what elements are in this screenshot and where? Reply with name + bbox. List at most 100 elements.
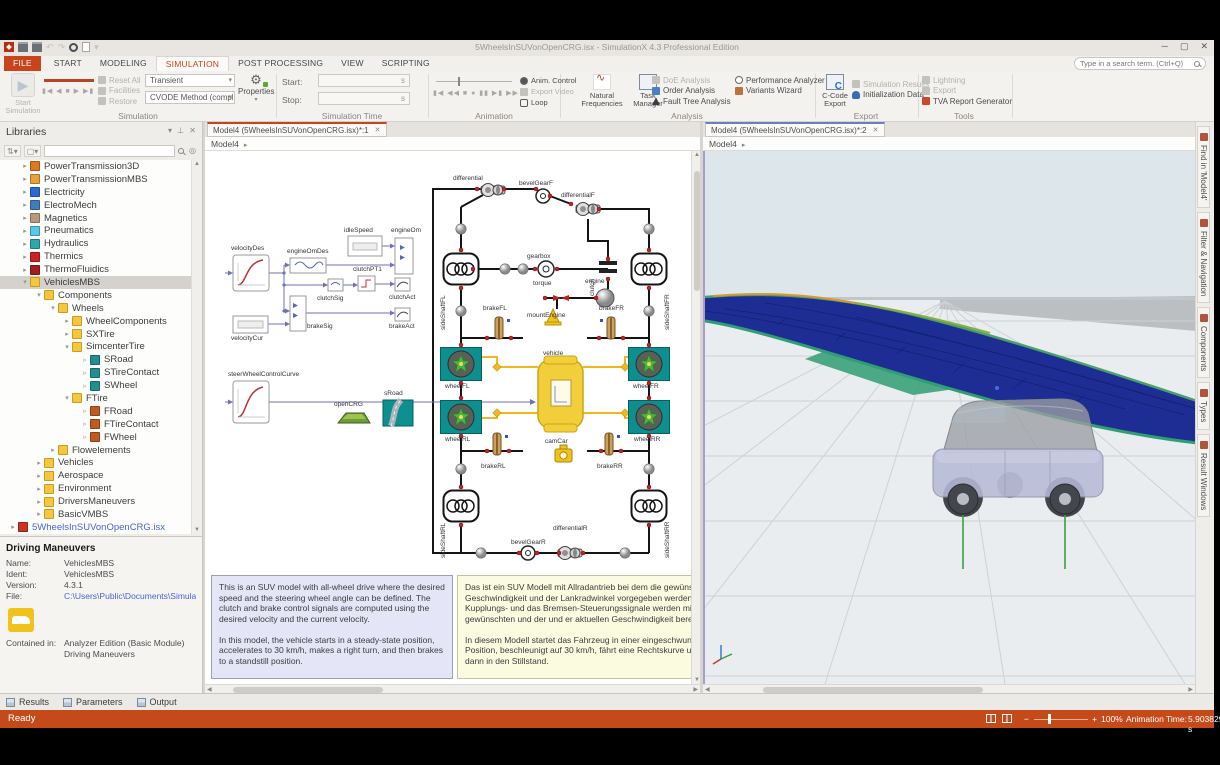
bottom-tab[interactable]: Results xyxy=(6,697,49,707)
tree-row[interactable]: ▸ PowerTransmissionMBS xyxy=(0,173,192,186)
tree-row[interactable]: ▸ Flowelements xyxy=(0,444,192,457)
diagram-canvas[interactable]: differentialbevelGearFdifferentialFgearb… xyxy=(205,151,691,684)
tree-row[interactable]: ▹ SRoad xyxy=(0,353,192,366)
expander-icon[interactable]: ▹ xyxy=(80,420,90,428)
tree-row[interactable]: ▸ PowerTransmission3D xyxy=(0,160,192,173)
tree-row[interactable]: ▸ SXTire xyxy=(0,328,192,341)
expander-icon[interactable]: ▸ xyxy=(20,253,30,261)
tree-row[interactable]: ▹ STireContact xyxy=(0,366,192,379)
expander-icon[interactable]: ▾ xyxy=(62,394,72,402)
library-search-input[interactable] xyxy=(44,145,175,157)
ribbon-small-item[interactable]: Order Analysis xyxy=(652,86,731,97)
view-dropdown[interactable]: ▢▾ xyxy=(24,145,42,157)
ribbon-small-item[interactable]: DoE Analysis xyxy=(652,75,731,86)
expander-icon[interactable]: ▸ xyxy=(34,472,44,480)
ribbon-small-item[interactable]: Performance Analyzer xyxy=(735,75,825,86)
tree-row[interactable]: ▸ ThermoFluidics xyxy=(0,263,192,276)
view3d-hscrollbar[interactable]: ◀▶ xyxy=(703,684,1195,693)
minimize-button[interactable]: ─ xyxy=(1162,41,1168,52)
tree-row[interactable]: ▹ FWheel xyxy=(0,431,192,444)
start-simulation-button[interactable]: ▶ Start Simulation xyxy=(4,73,42,115)
close-tab-icon[interactable]: ✕ xyxy=(873,126,879,134)
expander-icon[interactable]: ▾ xyxy=(20,278,30,286)
ribbon-tab[interactable]: VIEW xyxy=(332,56,373,71)
tree-row[interactable]: ▸ Hydraulics xyxy=(0,237,192,250)
diagram-hscrollbar[interactable]: ◀▶ xyxy=(205,684,700,693)
search-box[interactable] xyxy=(1074,57,1206,70)
expander-icon[interactable]: ▸ xyxy=(34,485,44,493)
bottom-tab[interactable]: Output xyxy=(137,697,177,707)
ribbon-small-item[interactable]: Anim. Control xyxy=(520,75,560,86)
tree-row[interactable]: ▸ Thermics xyxy=(0,250,192,263)
ribbon-small-item[interactable]: Fault Tree Analysis xyxy=(652,96,731,107)
expander-icon[interactable]: ▸ xyxy=(62,317,72,325)
expander-icon[interactable]: ▾ xyxy=(34,291,44,299)
ribbon-tab[interactable]: POST PROCESSING xyxy=(229,56,332,71)
expander-icon[interactable]: ▾ xyxy=(62,343,72,351)
expander-icon[interactable]: ▸ xyxy=(20,162,30,170)
natural-frequencies-button[interactable]: Natural Frequencies xyxy=(576,74,628,108)
animation-transport-icons[interactable]: ▮◀ ◀◀ ■ ● ▮▮ ▶▮ ▶▶ xyxy=(433,89,519,97)
ribbon-small-item[interactable]: Restore xyxy=(98,96,141,107)
tree-row[interactable]: ▾ Components xyxy=(0,289,192,302)
side-tab[interactable]: Filter & Navigation xyxy=(1197,212,1210,303)
ribbon-small-item[interactable]: Reset All xyxy=(98,75,141,86)
pin-icon[interactable]: ⊥ xyxy=(177,126,184,135)
expander-icon[interactable]: ▾ xyxy=(48,304,58,312)
breadcrumb[interactable]: Model4 xyxy=(205,137,700,151)
expander-icon[interactable]: ▸ xyxy=(62,330,72,338)
ribbon-small-item[interactable]: Export xyxy=(922,86,1012,97)
tree-row[interactable]: ▸ Vehicles xyxy=(0,456,192,469)
expander-icon[interactable]: ▸ xyxy=(8,523,18,531)
tree-row[interactable]: ▸ DriversManeuvers xyxy=(0,495,192,508)
expander-icon[interactable]: ▹ xyxy=(80,433,90,441)
ribbon-tab[interactable]: MODELING xyxy=(91,56,156,71)
side-tab[interactable]: Components xyxy=(1197,307,1210,378)
grid-icon[interactable] xyxy=(1002,714,1012,723)
properties-button[interactable]: ⚙ Properties ▾ xyxy=(238,73,274,103)
expander-icon[interactable]: ▸ xyxy=(20,201,30,209)
tree-row[interactable]: ▸ Environment xyxy=(0,482,192,495)
expander-icon[interactable]: ▹ xyxy=(80,369,90,377)
expander-icon[interactable]: ▸ xyxy=(20,175,30,183)
ribbon-small-item[interactable]: Export Video xyxy=(520,86,560,97)
ribbon-small-item[interactable]: TVA Report Generator xyxy=(922,96,1012,107)
sim-transport-icons[interactable]: ▮◀ ◀ ■ ▶ ▶▮ xyxy=(42,87,94,95)
expander-icon[interactable]: ▹ xyxy=(80,407,90,415)
expander-icon[interactable]: ▸ xyxy=(20,227,30,235)
ribbon-small-item[interactable]: Variants Wizard xyxy=(735,86,825,97)
tree-row[interactable]: ▹ SWheel xyxy=(0,379,192,392)
ribbon-tab[interactable]: FILE xyxy=(4,56,41,71)
maximize-button[interactable]: ▢ xyxy=(1180,41,1189,52)
ribbon-small-item[interactable]: Facilities xyxy=(98,86,141,97)
ribbon-tab[interactable]: START xyxy=(45,56,91,71)
tree-row[interactable]: ▸ Magnetics xyxy=(0,212,192,225)
ribbon-small-item[interactable]: Loop xyxy=(520,97,560,108)
tree-row[interactable]: ▾ FTire xyxy=(0,392,192,405)
tree-row[interactable]: ▹ FRoad xyxy=(0,405,192,418)
diagram-tab[interactable]: Model4 (5WheelsInSUVonOpenCRG.isx)*:1✕ xyxy=(207,122,387,137)
tree-row[interactable]: ▸ 5WheelsInSUVonOpenCRG.isx xyxy=(0,521,192,534)
filter-dropdown[interactable]: ⇅▾ xyxy=(4,145,21,157)
c-code-export-button[interactable]: C-Code Export xyxy=(817,74,853,108)
view3d-canvas[interactable] xyxy=(703,151,1195,684)
zoom-slider-thumb[interactable] xyxy=(1048,714,1051,724)
solver-mode-dropdown[interactable]: Transient xyxy=(145,74,235,87)
stop-time-field[interactable]: s xyxy=(318,92,410,105)
close-tab-icon[interactable]: ✕ xyxy=(375,126,381,134)
expander-icon[interactable]: ▸ xyxy=(20,188,30,196)
ribbon-small-item[interactable]: Initialization Data xyxy=(852,90,929,101)
expander-icon[interactable]: ▸ xyxy=(20,266,30,274)
close-panel-icon[interactable]: ✕ xyxy=(189,126,196,135)
zoom-slider[interactable] xyxy=(1034,719,1088,720)
zoom-in-icon[interactable]: + xyxy=(1092,714,1097,724)
ribbon-tab[interactable]: SCRIPTING xyxy=(373,56,439,71)
tree-row[interactable]: ▹ FTireContact xyxy=(0,418,192,431)
tree-scrollbar[interactable]: ▲▼ xyxy=(191,160,202,534)
expander-icon[interactable]: ▸ xyxy=(48,446,58,454)
find-icon[interactable] xyxy=(178,148,184,154)
expander-icon[interactable]: ▸ xyxy=(34,459,44,467)
layout-icon[interactable] xyxy=(986,714,996,723)
side-tab[interactable]: Types xyxy=(1197,382,1210,429)
animation-slider[interactable] xyxy=(436,81,512,82)
